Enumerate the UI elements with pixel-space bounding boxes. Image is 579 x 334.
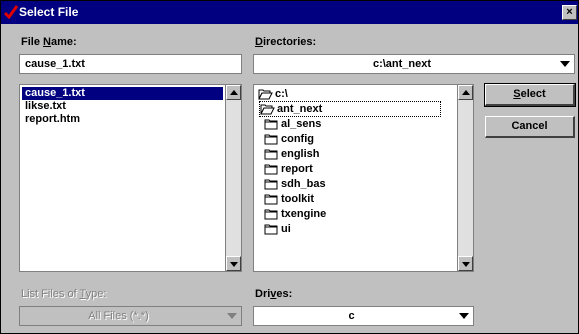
file-list-item[interactable]: report.htm [22, 113, 83, 126]
scroll-up-button[interactable] [458, 85, 473, 100]
file-type-combo: All Files (*.*) [19, 306, 242, 326]
directory-label: ant_next [277, 103, 323, 115]
directory-label: config [281, 133, 314, 145]
dropdown-arrow-icon[interactable] [457, 309, 471, 323]
folder-icon [264, 134, 278, 145]
folder-icon [264, 119, 278, 130]
directory-label: al_sens [281, 118, 322, 130]
directory-label: report [281, 163, 313, 175]
title-bar: Select File × [1, 1, 578, 24]
directory-scrollbar[interactable] [457, 85, 473, 271]
open-folder-icon [258, 89, 273, 100]
open-folder-icon [260, 104, 275, 115]
file-type-label: List Files of Type: [21, 288, 107, 300]
directory-root[interactable]: c:\ [258, 87, 408, 101]
directory-label: sdh_bas [281, 178, 326, 190]
down-arrow-icon [230, 262, 238, 267]
checkmark-icon [3, 5, 19, 20]
file-name-label: File Name: [21, 36, 77, 48]
directory-label: c:\ [275, 88, 288, 100]
directories-label: Directories: [255, 36, 317, 48]
select-file-dialog: Select File × File Name: cause_1.txt Dir… [0, 0, 579, 334]
directories-value: c:\ant_next [372, 58, 432, 70]
up-arrow-icon [230, 90, 238, 95]
directory-item[interactable]: sdh_bas [264, 177, 414, 191]
directory-item[interactable]: ui [264, 222, 414, 236]
directory-item[interactable]: txengine [264, 207, 414, 221]
folder-icon [264, 149, 278, 160]
directory-label: toolkit [281, 193, 314, 205]
directory-item[interactable]: al_sens [264, 117, 414, 131]
drives-value: c [348, 310, 355, 322]
up-arrow-icon [462, 90, 470, 95]
scroll-down-button[interactable] [458, 256, 473, 271]
down-arrow-icon [462, 262, 470, 267]
close-button[interactable]: × [562, 5, 577, 20]
directory-label: txengine [281, 208, 327, 220]
file-list[interactable]: cause_1.txt likse.txt report.htm [19, 84, 242, 272]
folder-icon [264, 194, 278, 205]
directory-item[interactable]: config [264, 132, 414, 146]
folder-icon [264, 209, 278, 220]
directory-tree[interactable]: c:\ ant_next al_sensconfig english report sdh… [253, 84, 474, 272]
directory-current[interactable]: ant_next [259, 101, 441, 117]
cancel-button[interactable]: Cancel [485, 116, 575, 138]
folder-icon [264, 164, 278, 175]
dropdown-arrow-icon [227, 313, 237, 319]
select-button[interactable]: Select [484, 83, 576, 107]
window-title: Select File [19, 5, 79, 19]
directory-item[interactable]: toolkit [264, 192, 414, 206]
file-name-input[interactable]: cause_1.txt [19, 54, 242, 74]
dropdown-arrow-icon[interactable] [558, 57, 572, 71]
file-type-value: All Files (*.*) [88, 310, 149, 322]
folder-icon [264, 224, 278, 235]
directories-combo[interactable]: c:\ant_next [253, 54, 575, 74]
directory-label: ui [281, 223, 291, 235]
folder-icon [264, 179, 278, 190]
scroll-down-button[interactable] [226, 256, 241, 271]
file-list-scrollbar[interactable] [225, 85, 241, 271]
directory-item[interactable]: report [264, 162, 414, 176]
drives-combo[interactable]: c [253, 306, 474, 326]
directory-item[interactable]: english [264, 147, 414, 161]
file-list-item[interactable]: cause_1.txt [22, 87, 223, 100]
directory-label: english [281, 148, 320, 160]
file-list-item[interactable]: likse.txt [22, 100, 69, 113]
scroll-up-button[interactable] [226, 85, 241, 100]
drives-label: Drives: [255, 288, 293, 300]
